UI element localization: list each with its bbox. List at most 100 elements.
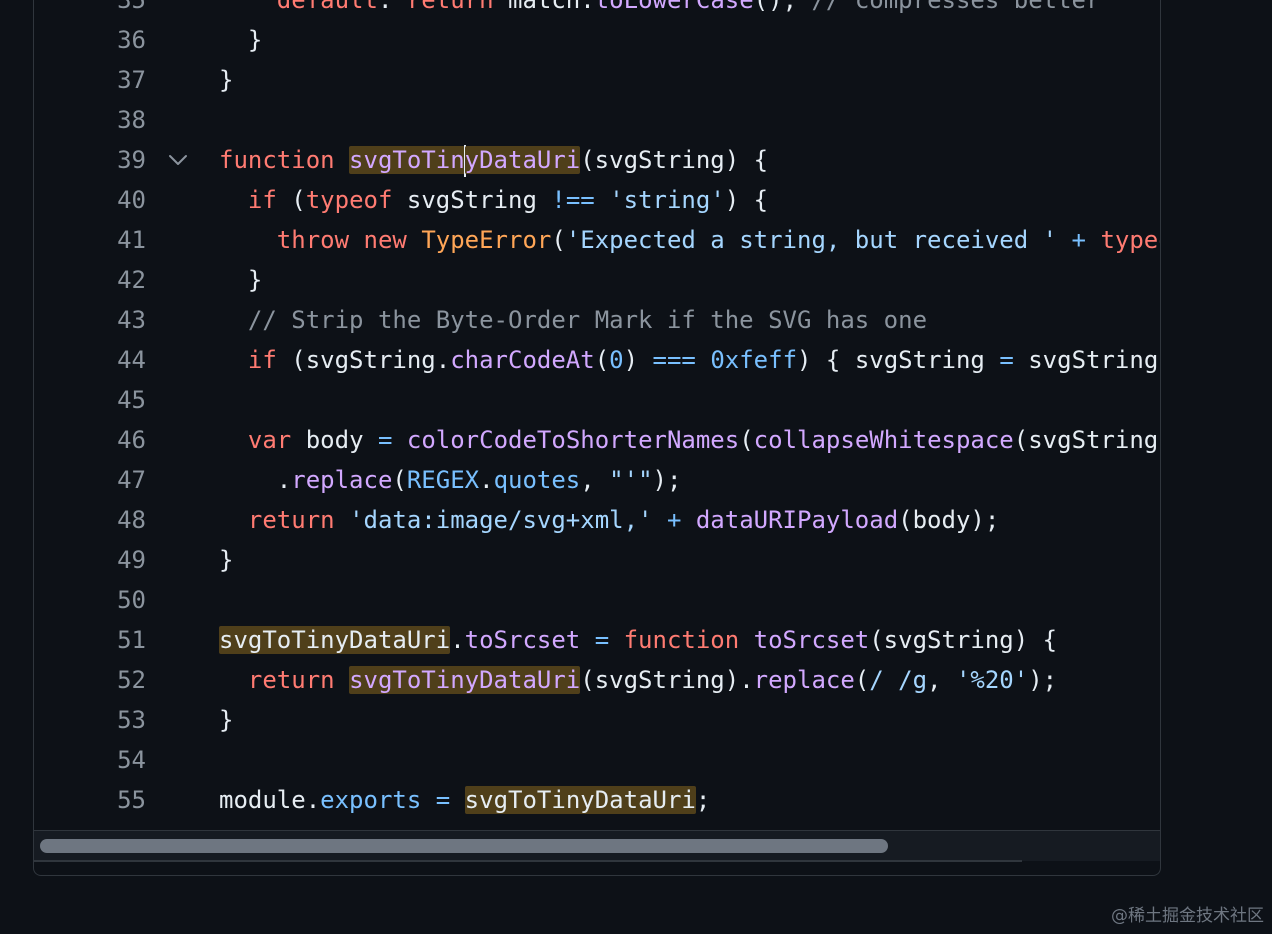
code-line[interactable]: 47 .replace(REGEX.quotes, "'"); [34, 460, 1160, 500]
line-number[interactable]: 51 [34, 620, 146, 660]
code-line[interactable]: 49} [34, 540, 1160, 580]
code-token: + [1071, 226, 1086, 254]
code-line[interactable]: 50 [34, 580, 1160, 620]
code-token: = [999, 346, 1014, 374]
code-token: ( [594, 346, 610, 374]
code-line[interactable]: 39 function svgToTinyDataUri(svgString) { [34, 140, 1160, 180]
code-token: (svgString). [580, 666, 754, 694]
line-number[interactable]: 36 [34, 20, 146, 60]
code-line[interactable]: 37} [34, 60, 1160, 100]
code-line[interactable]: 46 var body = colorCodeToShorterNames(co… [34, 420, 1160, 460]
code-token: body [291, 426, 378, 454]
line-number[interactable]: 38 [34, 100, 146, 140]
line-code: .replace(REGEX.quotes, "'"); [219, 460, 682, 500]
search-match-token: svgToTinyDataUri [349, 666, 581, 694]
line-number[interactable]: 48 [34, 500, 146, 540]
code-token: // Strip the Byte-Order Mark if the SVG … [247, 306, 928, 334]
line-code: function svgToTinyDataUri(svgString) { [219, 140, 768, 180]
code-line[interactable]: 52 return svgToTinyDataUri(svgString).re… [34, 660, 1160, 700]
code-token: throw [276, 226, 350, 254]
code-token: + [666, 506, 682, 534]
horizontal-scrollbar[interactable] [34, 830, 1160, 862]
code-line[interactable]: 43 // Strip the Byte-Order Mark if the S… [34, 300, 1160, 340]
code-line[interactable]: 48 return 'data:image/svg+xml,' + dataUR… [34, 500, 1160, 540]
code-line[interactable]: 35 default: return match.toLowerCase(); … [34, 0, 1160, 20]
code-line[interactable]: 55 module.exports = svgToTinyDataUri; [34, 780, 1160, 820]
code-token: } [219, 26, 263, 54]
line-number[interactable]: 52 [34, 660, 146, 700]
scrollbar-thumb[interactable] [40, 839, 888, 853]
code-token: svgString [392, 186, 552, 214]
line-number[interactable]: 45 [34, 380, 146, 420]
code-token: return [406, 0, 494, 14]
line-number[interactable]: 50 [34, 580, 146, 620]
code-token: TypeError [421, 226, 552, 254]
code-token: collapseWhitespace [753, 426, 1014, 454]
line-number[interactable]: 46 [34, 420, 146, 460]
code-token: replace [291, 466, 393, 494]
code-line[interactable]: 53} [34, 700, 1160, 740]
line-code: // Strip the Byte-Order Mark if the SVG … [219, 300, 927, 340]
code-token: return [247, 666, 335, 694]
code-token: if [247, 346, 277, 374]
line-code: throw new TypeError('Expected a string, … [219, 220, 1160, 260]
line-number[interactable]: 37 [34, 60, 146, 100]
line-number[interactable]: 40 [34, 180, 146, 220]
code-token: !== [551, 186, 595, 214]
code-token: var [247, 426, 292, 454]
code-token: } [219, 66, 234, 94]
code-line[interactable]: 40 if (typeof svgString !== 'string') { [34, 180, 1160, 220]
line-number[interactable]: 54 [34, 740, 146, 780]
line-code: } [219, 700, 233, 740]
search-match-token: yDataUri [464, 146, 581, 174]
line-code: var body = colorCodeToShorterNames(colla… [219, 420, 1160, 460]
code-line[interactable]: 51 svgToTinyDataUri.toSrcset = function t… [34, 620, 1160, 660]
code-token: 'string' [609, 186, 725, 214]
line-number[interactable]: 44 [34, 340, 146, 380]
line-number[interactable]: 49 [34, 540, 146, 580]
code-token: , [580, 466, 610, 494]
code-token: , [927, 666, 956, 694]
code-line[interactable]: 41 throw new TypeError('Expected a strin… [34, 220, 1160, 260]
scrollbar-divider [34, 860, 1022, 862]
code-token: colorCodeToShorterNames [406, 426, 740, 454]
line-number[interactable]: 43 [34, 300, 146, 340]
code-token: toLowerCase [594, 0, 754, 14]
code-token: . [219, 466, 292, 494]
code-token: ); [1028, 666, 1058, 694]
code-token: } [219, 706, 234, 734]
code-line[interactable]: 45 [34, 380, 1160, 420]
code-token: === [652, 346, 696, 374]
code-token: // compresses better [811, 0, 1101, 14]
code-line[interactable]: 36 } [34, 20, 1160, 60]
code-line[interactable]: 38 [34, 100, 1160, 140]
chevron-down-icon[interactable] [164, 140, 192, 180]
line-code: module.exports = svgToTinyDataUri; [219, 780, 710, 820]
code-line[interactable]: 42 } [34, 260, 1160, 300]
code-viewport[interactable]: 35 default: return match.toLowerCase(); … [34, 0, 1160, 830]
line-number[interactable]: 39 [34, 140, 146, 180]
line-number[interactable]: 47 [34, 460, 146, 500]
code-line[interactable]: 54 [34, 740, 1160, 780]
line-number[interactable]: 55 [34, 780, 146, 820]
line-number[interactable]: 53 [34, 700, 146, 740]
code-token: typeof [305, 186, 393, 214]
line-number[interactable]: 42 [34, 260, 146, 300]
code-token: default [276, 0, 378, 14]
line-code: default: return match.toLowerCase(); // … [219, 0, 1101, 20]
line-number[interactable]: 41 [34, 220, 146, 260]
line-number[interactable]: 35 [34, 0, 146, 20]
code-line[interactable]: 44 if (svgString.charCodeAt(0) === 0xfef… [34, 340, 1160, 380]
